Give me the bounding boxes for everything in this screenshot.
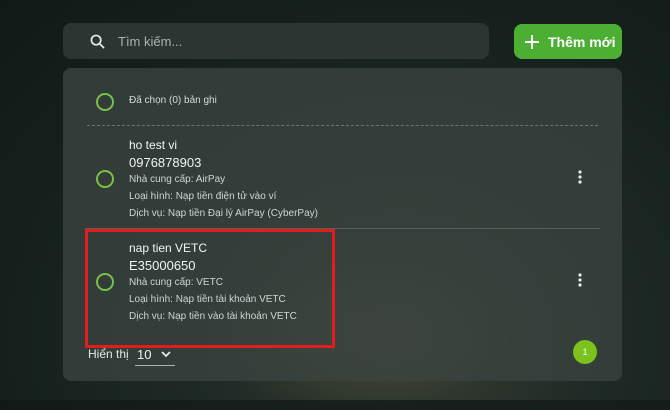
page-size-value: 10 (137, 346, 152, 362)
page-size-select[interactable]: 10 (135, 343, 175, 366)
row-select-radio[interactable] (96, 170, 114, 188)
highlight-box (85, 229, 335, 348)
select-all-radio[interactable] (96, 93, 114, 111)
record-service: Dịch vụ: Nạp tiền Đại lý AirPay (CyberPa… (129, 208, 318, 219)
add-new-button[interactable]: Thêm mới (514, 24, 622, 59)
record-provider: Nhà cung cấp: AirPay (129, 174, 226, 185)
record-code: 0976878903 (129, 155, 202, 170)
more-options-icon[interactable] (573, 272, 587, 288)
search-input[interactable] (116, 32, 489, 50)
record-type: Loại hình: Nạp tiền điện tử vào ví (129, 191, 277, 202)
search-icon (90, 33, 106, 49)
page-button[interactable]: 1 (573, 340, 597, 364)
plus-icon (524, 34, 540, 50)
add-new-label: Thêm mới (548, 33, 616, 50)
divider (87, 125, 598, 126)
selection-count-label: Đã chọn (0) bản ghi (129, 95, 217, 106)
record-name: ho test vi (129, 138, 178, 152)
search-bar[interactable] (63, 23, 489, 59)
more-options-icon[interactable] (573, 169, 587, 185)
chevron-down-icon (161, 350, 172, 358)
page-size-label: Hiển thị (88, 347, 129, 361)
